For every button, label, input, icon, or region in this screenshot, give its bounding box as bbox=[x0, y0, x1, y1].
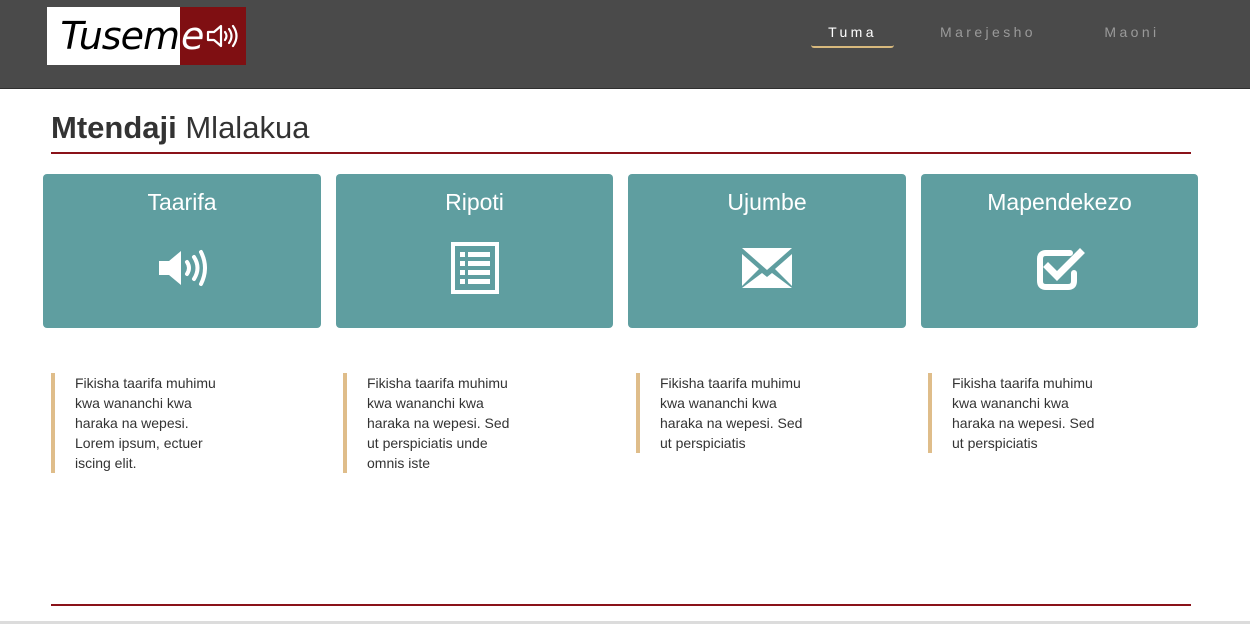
title-divider bbox=[51, 152, 1191, 154]
description-mapendekezo: Fikisha taarifa muhimu kwa wananchi kwa … bbox=[928, 373, 1112, 453]
card-title: Ripoti bbox=[445, 189, 504, 215]
top-navbar: Tusem e Tuma Marejesho Maoni bbox=[0, 0, 1250, 89]
nav-item-marejesho[interactable]: Marejesho bbox=[928, 22, 1048, 46]
card-title: Taarifa bbox=[147, 189, 217, 215]
description-line: iscing elit. bbox=[75, 455, 137, 471]
description-line: Fikisha taarifa muhimu bbox=[75, 375, 216, 391]
card-title: Mapendekezo bbox=[987, 189, 1132, 215]
description-line: Fikisha taarifa muhimu bbox=[660, 375, 801, 391]
description-line: Fikisha taarifa muhimu bbox=[952, 375, 1093, 391]
page-title: Mtendaji Mlalakua bbox=[51, 108, 309, 148]
description-line: ut perspiciatis bbox=[952, 435, 1038, 451]
card-mapendekezo[interactable]: Mapendekezo bbox=[921, 174, 1198, 328]
page-title-normal: Mlalakua bbox=[185, 110, 310, 145]
nav-item-maoni[interactable]: Maoni bbox=[1095, 22, 1169, 46]
check-square-icon bbox=[1032, 240, 1088, 296]
nav-item-tuma[interactable]: Tuma bbox=[811, 22, 894, 48]
description-line: kwa wananchi kwa bbox=[75, 395, 192, 411]
main-nav: Tuma Marejesho Maoni bbox=[0, 22, 1250, 52]
description-line: Lorem ipsum, ectuer bbox=[75, 435, 203, 451]
card-title: Ujumbe bbox=[727, 189, 807, 215]
description-line: kwa wananchi kwa bbox=[660, 395, 777, 411]
card-ripoti[interactable]: Ripoti bbox=[336, 174, 613, 328]
description-taarifa: Fikisha taarifa muhimu kwa wananchi kwa … bbox=[51, 373, 235, 473]
description-line: haraka na wepesi. Sed bbox=[660, 415, 803, 431]
description-line: ut perspiciatis bbox=[660, 435, 746, 451]
description-line: kwa wananchi kwa bbox=[952, 395, 1069, 411]
description-ujumbe: Fikisha taarifa muhimu kwa wananchi kwa … bbox=[636, 373, 820, 453]
card-ujumbe[interactable]: Ujumbe bbox=[628, 174, 906, 328]
document-list-icon bbox=[447, 240, 503, 296]
envelope-icon bbox=[739, 240, 795, 296]
description-line: haraka na wepesi. bbox=[75, 415, 189, 431]
footer-divider bbox=[51, 604, 1191, 606]
page-title-bold: Mtendaji bbox=[51, 110, 177, 145]
description-line: omnis iste bbox=[367, 455, 431, 471]
description-line: haraka na wepesi. Sed bbox=[367, 415, 510, 431]
description-line: ut perspiciatis unde bbox=[367, 435, 488, 451]
description-line: Fikisha taarifa muhimu bbox=[367, 375, 508, 391]
description-ripoti: Fikisha taarifa muhimu kwa wananchi kwa … bbox=[343, 373, 527, 473]
card-taarifa[interactable]: Taarifa bbox=[43, 174, 321, 328]
speaker-icon bbox=[154, 240, 210, 296]
description-line: kwa wananchi kwa bbox=[367, 395, 484, 411]
description-line: haraka na wepesi. Sed bbox=[952, 415, 1095, 431]
